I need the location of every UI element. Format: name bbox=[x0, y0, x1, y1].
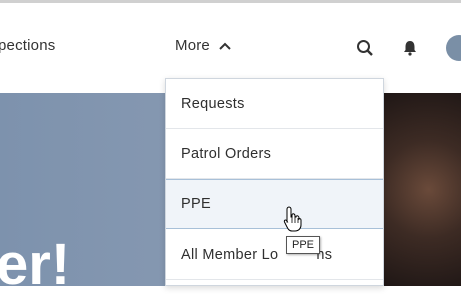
search-icon[interactable] bbox=[356, 39, 374, 57]
nav-more-label: More bbox=[175, 37, 210, 54]
avatar[interactable] bbox=[446, 35, 461, 61]
menu-item-ppe[interactable]: PPE bbox=[166, 179, 383, 229]
nav-more-menu[interactable]: More bbox=[175, 37, 232, 54]
menu-item-label: PPE bbox=[181, 196, 211, 212]
nav-item-inspections[interactable]: pections bbox=[0, 37, 55, 54]
hand-pointer-icon bbox=[283, 206, 302, 232]
menu-item-label: Requests bbox=[181, 95, 245, 112]
more-dropdown-menu: Requests Patrol Orders PPE All Member Lo… bbox=[165, 78, 384, 286]
chevron-up-icon bbox=[219, 42, 231, 50]
hero-photo bbox=[380, 93, 461, 286]
menu-item-patrol-orders[interactable]: Patrol Orders bbox=[166, 129, 383, 179]
menu-item-all-member-locations[interactable]: All Member Lo ns bbox=[166, 230, 383, 280]
tooltip: PPE bbox=[286, 236, 321, 254]
hero-text: er! bbox=[0, 232, 71, 297]
bell-icon[interactable] bbox=[401, 39, 419, 57]
menu-item-requests[interactable]: Requests bbox=[166, 79, 383, 129]
menu-item-label: Patrol Orders bbox=[181, 145, 272, 162]
menu-item-label: All Member Lo bbox=[181, 246, 279, 263]
